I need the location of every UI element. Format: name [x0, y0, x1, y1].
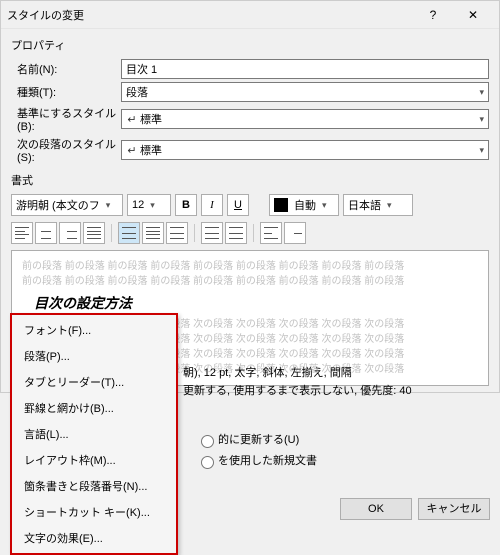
- next-label: 次の段落のスタイル(S):: [11, 136, 121, 164]
- chevron-down-icon: ▾: [479, 87, 484, 98]
- line-spacing-1-button[interactable]: [118, 222, 140, 244]
- chevron-down-icon: ▾: [479, 114, 484, 125]
- base-style-select[interactable]: ↵標準 ▾: [121, 109, 489, 129]
- separator: [253, 224, 254, 242]
- ok-button[interactable]: OK: [340, 498, 412, 520]
- indent-increase-button[interactable]: [284, 222, 306, 244]
- language-select[interactable]: 日本語 ▾: [343, 194, 413, 216]
- language-value: 日本語: [348, 197, 381, 213]
- underline-button[interactable]: U: [227, 194, 249, 216]
- indent-decrease-button[interactable]: [260, 222, 282, 244]
- dialog-title: スタイルの変更: [7, 7, 413, 23]
- chevron-down-icon: ▾: [106, 200, 111, 211]
- new-documents-label: を使用した新規文書: [218, 455, 317, 467]
- align-right-button[interactable]: [59, 222, 81, 244]
- preview-prev-paragraph: 前の段落 前の段落 前の段落 前の段落 前の段落 前の段落 前の段落 前の段落 …: [22, 259, 478, 274]
- color-swatch-icon: [274, 198, 288, 212]
- paragraph-icon: ↵: [126, 113, 138, 126]
- chevron-down-icon: ▾: [387, 200, 392, 211]
- help-button[interactable]: ?: [413, 8, 453, 22]
- base-value: 標準: [140, 114, 162, 126]
- new-documents-radio[interactable]: [201, 456, 214, 469]
- properties-heading: プロパティ: [11, 37, 489, 53]
- menu-shortcut[interactable]: ショートカット キー(K)...: [12, 499, 176, 525]
- kind-label: 種類(T):: [11, 84, 121, 100]
- kind-value: 段落: [126, 84, 148, 100]
- cancel-button[interactable]: キャンセル: [418, 498, 490, 520]
- font-size-select[interactable]: 12 ▾: [127, 194, 171, 216]
- line-spacing-15-button[interactable]: [142, 222, 164, 244]
- space-before-inc-button[interactable]: [201, 222, 223, 244]
- kind-select[interactable]: 段落 ▾: [121, 82, 489, 102]
- next-style-select[interactable]: ↵標準 ▾: [121, 140, 489, 160]
- space-before-dec-button[interactable]: [225, 222, 247, 244]
- font-family-value: 游明朝 (本文のフ: [16, 197, 100, 213]
- paragraph-icon: ↵: [126, 144, 138, 157]
- name-label: 名前(N):: [11, 61, 121, 77]
- menu-tabs[interactable]: タブとリーダー(T)...: [12, 369, 176, 395]
- next-value: 標準: [140, 145, 162, 157]
- format-heading: 書式: [11, 172, 489, 188]
- format-menu: フォント(F)... 段落(P)... タブとリーダー(T)... 罫線と網かけ…: [10, 313, 178, 555]
- menu-paragraph[interactable]: 段落(P)...: [12, 343, 176, 369]
- menu-language[interactable]: 言語(L)...: [12, 421, 176, 447]
- preview-prev-paragraph: 前の段落 前の段落 前の段落 前の段落 前の段落 前の段落 前の段落 前の段落 …: [22, 274, 478, 289]
- name-input[interactable]: [121, 59, 489, 79]
- font-size-value: 12: [132, 199, 144, 211]
- font-family-select[interactable]: 游明朝 (本文のフ ▾: [11, 194, 123, 216]
- font-color-select[interactable]: 自動 ▾: [269, 194, 339, 216]
- auto-update-radio[interactable]: [201, 435, 214, 448]
- menu-numbering[interactable]: 箇条書きと段落番号(N)...: [12, 473, 176, 499]
- chevron-down-icon: ▾: [150, 200, 155, 211]
- auto-update-label: 的に更新する(U): [218, 434, 299, 446]
- bold-button[interactable]: B: [175, 194, 197, 216]
- menu-font[interactable]: フォント(F)...: [12, 317, 176, 343]
- italic-button[interactable]: I: [201, 194, 223, 216]
- font-color-value: 自動: [294, 197, 316, 213]
- preview-sample-text: 目次の設定方法: [34, 293, 478, 313]
- close-button[interactable]: ✕: [453, 8, 493, 22]
- separator: [111, 224, 112, 242]
- align-left-button[interactable]: [11, 222, 33, 244]
- base-label: 基準にするスタイル(B):: [11, 105, 121, 133]
- line-spacing-2-button[interactable]: [166, 222, 188, 244]
- menu-border[interactable]: 罫線と網かけ(B)...: [12, 395, 176, 421]
- align-center-button[interactable]: [35, 222, 57, 244]
- style-description: 朝), 12 pt, 太字, 斜体, 左揃え, 間隔 更新する, 使用するまで表…: [183, 365, 412, 400]
- chevron-down-icon: ▾: [479, 145, 484, 156]
- chevron-down-icon: ▾: [322, 200, 327, 211]
- align-justify-button[interactable]: [83, 222, 105, 244]
- separator: [194, 224, 195, 242]
- menu-frame[interactable]: レイアウト枠(M)...: [12, 447, 176, 473]
